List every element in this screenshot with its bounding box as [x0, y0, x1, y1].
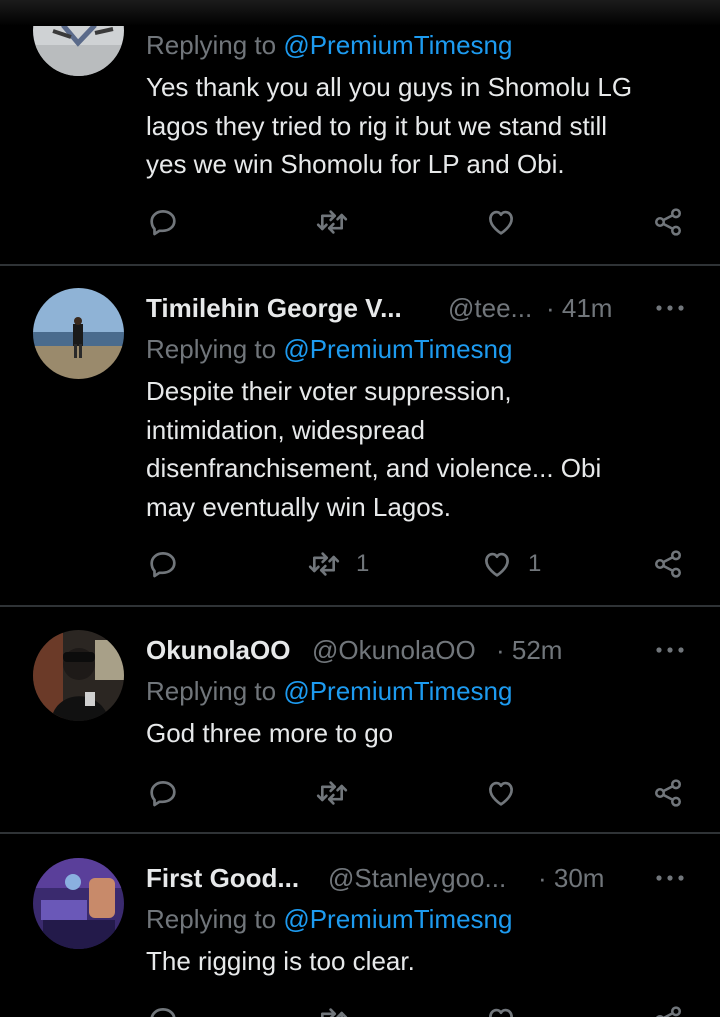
retweet-button[interactable] [314, 773, 364, 813]
replying-to: Replying to @PremiumTimesng [146, 330, 512, 368]
share-button[interactable] [652, 1000, 684, 1017]
timestamp[interactable]: · 41m [546, 288, 612, 328]
reply-icon [150, 781, 176, 807]
share-icon [655, 779, 681, 807]
avatar[interactable] [33, 858, 124, 949]
share-icon [655, 208, 681, 236]
more-icon [656, 647, 684, 653]
status-fade [0, 0, 720, 26]
reply-button[interactable] [146, 544, 194, 584]
like-icon [489, 1008, 513, 1017]
retweet-icon [308, 552, 340, 576]
share-button[interactable] [652, 544, 684, 584]
like-button[interactable]: 1 [480, 544, 541, 584]
tweet-item[interactable]: First Good... @Stanleygoo... · 30m Reply… [0, 834, 720, 1017]
mention-link[interactable]: @PremiumTimesng [283, 904, 512, 934]
tweet-text-line: Despite their voter suppression, [146, 376, 512, 406]
share-button[interactable] [652, 202, 684, 242]
more-options-button[interactable] [654, 630, 686, 670]
like-icon [485, 552, 509, 577]
avatar[interactable] [33, 630, 124, 721]
tweet-actions [146, 202, 706, 242]
retweet-icon [316, 210, 348, 234]
like-icon [489, 781, 513, 806]
share-button[interactable] [652, 773, 684, 813]
tweet-text: Yes thank you all you guys in Shomolu LG… [146, 68, 696, 184]
reply-button[interactable] [146, 773, 194, 813]
share-icon [656, 1006, 681, 1017]
user-handle[interactable]: @Stanleygoo... [328, 858, 506, 898]
like-count: 1 [528, 550, 542, 577]
tweet-text-line: God three more to go [146, 718, 394, 748]
replying-label: Replying to [146, 676, 284, 706]
like-icon [489, 210, 513, 235]
tweet-text-line: Yes thank you all you guys in Shomolu LG [146, 72, 633, 102]
more-icon [656, 305, 684, 311]
reply-button[interactable] [146, 1000, 180, 1017]
timestamp[interactable]: · 30m [538, 858, 604, 898]
more-options-button[interactable] [654, 288, 686, 328]
share-icon [655, 550, 681, 578]
reply-icon [150, 210, 176, 236]
retweet-icon [316, 781, 348, 805]
tweet-text-line: yes we win Shomolu for LP and Obi. [146, 149, 565, 179]
retweet-count: 1 [356, 550, 370, 577]
tweet-text-line: may eventually win Lagos. [146, 491, 451, 522]
timestamp[interactable]: · 52m [496, 630, 562, 670]
replying-to: Replying to @PremiumTimesng [146, 672, 512, 710]
retweet-icon [320, 1008, 348, 1017]
replying-label: Replying to [146, 30, 284, 60]
display-name[interactable]: First Good... [146, 858, 299, 898]
tweet-actions [146, 1000, 706, 1017]
user-handle[interactable]: @tee... [448, 288, 532, 328]
retweet-button[interactable] [314, 202, 364, 242]
mention-link[interactable]: @PremiumTimesng [283, 30, 512, 60]
display-name[interactable]: Timilehin George V... [146, 288, 402, 328]
replying-to: Replying to @PremiumTimesng [146, 26, 512, 64]
mention-link[interactable]: @PremiumTimesng [283, 676, 512, 706]
tweet-item[interactable]: Timilehin George V... @tee... · 41m Repl… [0, 266, 720, 606]
replying-label: Replying to [146, 334, 284, 364]
more-icon [656, 875, 684, 881]
tweet-header: First Good... @Stanleygoo... · 30m [146, 858, 696, 898]
user-handle[interactable]: @OkunolaOO [312, 630, 476, 670]
tweet-actions [146, 773, 706, 813]
tweet-text-line: disenfranchisement, and violence... Obi [146, 453, 602, 483]
replying-label: Replying to [146, 904, 284, 934]
replying-to: Replying to @PremiumTimesng [146, 900, 512, 938]
tweet-text-line: lagos they tried to rig it but we stand … [146, 110, 608, 141]
tweet-item[interactable]: Replying to @PremiumTimesng Yes thank yo… [0, 0, 720, 266]
like-button[interactable] [484, 1000, 518, 1017]
tweet-item[interactable]: OkunolaOO @OkunolaOO · 52m Replying to @… [0, 607, 720, 833]
reply-button[interactable] [146, 202, 194, 242]
tweet-text-line: The rigging is too clear. [146, 946, 415, 976]
tweet-actions: 1 1 [146, 544, 706, 584]
tweet-text: Despite their voter suppression, intimid… [146, 372, 696, 526]
like-button[interactable] [484, 773, 532, 813]
tweet-text: The rigging is too clear. [146, 942, 696, 981]
tweet-header: Timilehin George V... @tee... · 41m [146, 288, 696, 328]
like-button[interactable] [484, 202, 532, 242]
reply-feed: Replying to @PremiumTimesng Yes thank yo… [0, 0, 720, 1017]
retweet-button[interactable]: 1 [306, 544, 369, 584]
reply-icon [150, 552, 176, 578]
retweet-button[interactable] [314, 1000, 350, 1017]
more-options-button[interactable] [654, 858, 686, 898]
display-name[interactable]: OkunolaOO [146, 630, 290, 670]
tweet-text-line: intimidation, widespread [146, 414, 425, 445]
tweet-header: OkunolaOO @OkunolaOO · 52m [146, 630, 696, 670]
avatar[interactable] [33, 288, 124, 379]
reply-icon [150, 1008, 176, 1017]
mention-link[interactable]: @PremiumTimesng [283, 334, 512, 364]
tweet-text: God three more to go [146, 714, 696, 753]
